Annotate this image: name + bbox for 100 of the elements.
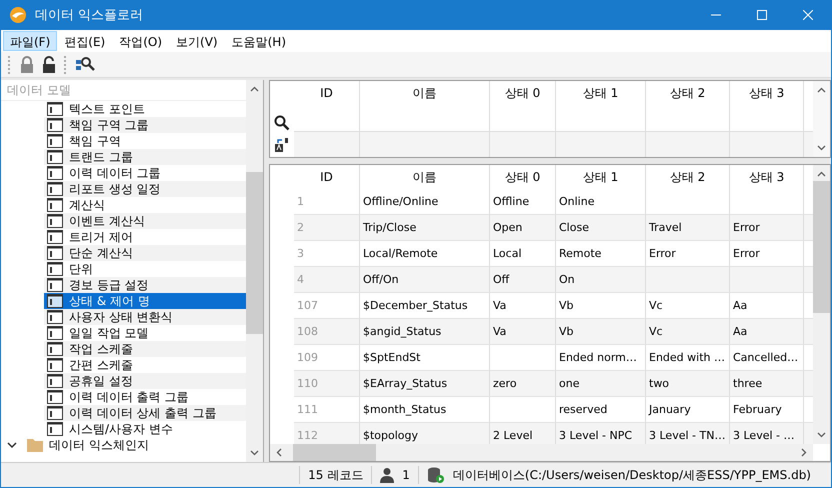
database-path: 데이터베이스(C:/Users/weisen/Desktop/세종ESS/YPP_EMS.db) — [452, 466, 811, 484]
scroll-up-icon[interactable] — [817, 87, 826, 93]
table-cell: Online — [556, 189, 646, 214]
tree-item[interactable]: 경보 등급 설정 — [44, 277, 246, 293]
tree-item[interactable]: 계산식 — [44, 197, 246, 213]
tree-item-label: 사용자 상태 변환식 — [69, 310, 173, 324]
tree-item-label: 리포트 생성 일정 — [69, 182, 161, 196]
chevron-down-icon[interactable] — [7, 441, 17, 449]
table-cell: one — [556, 371, 646, 396]
column-header[interactable]: 상태 0 — [490, 81, 556, 131]
table-cell: Error — [646, 241, 730, 266]
tree-item[interactable]: 작업 스케줄 — [44, 341, 246, 357]
menu-item[interactable]: 작업(O) — [112, 31, 170, 51]
menu-item[interactable]: 보기(V) — [169, 31, 225, 51]
column-header[interactable]: 이름 — [360, 165, 490, 189]
tree-item[interactable]: 사용자 상태 변환식 — [44, 309, 246, 325]
table-icon — [47, 374, 63, 388]
tree-item-label: 단위 — [69, 262, 93, 276]
table-cell: Va — [490, 293, 556, 318]
tree-item[interactable]: 간편 스케줄 — [44, 357, 246, 373]
tree-item-label: 이력 데이터 그룹 — [69, 166, 161, 180]
tree-item[interactable]: 상태 & 제어 명 — [44, 293, 246, 309]
table-cell: 108 — [294, 319, 360, 344]
table-cell: February — [730, 397, 804, 422]
table-cell: $December_Status — [360, 293, 490, 318]
sort-icon[interactable] — [274, 137, 290, 153]
maximize-icon[interactable] — [757, 10, 767, 20]
scroll-down-icon[interactable] — [817, 432, 826, 438]
tree-item-label: 단순 계산식 — [69, 246, 133, 260]
table-cell: Vb — [556, 319, 646, 344]
table-cell: Ended with … — [646, 345, 730, 370]
tree-item[interactable]: 리포트 생성 일정 — [44, 181, 246, 197]
tree-item[interactable]: 단위 — [44, 261, 246, 277]
scroll-down-icon[interactable] — [250, 450, 259, 456]
table-cell: January — [646, 397, 730, 422]
table-icon — [47, 358, 63, 372]
tree-item[interactable]: 단순 계산식 — [44, 245, 246, 261]
scrollbar[interactable] — [246, 80, 263, 462]
tree-item-label: 트랜드 그룹 — [69, 150, 133, 164]
tree-item[interactable]: 책임 구역 그룹 — [44, 117, 246, 133]
table-cell: Close — [556, 215, 646, 240]
column-header[interactable]: 상태 1 — [556, 165, 646, 189]
tree-item[interactable]: 이력 데이터 그룹 — [44, 165, 246, 181]
column-header[interactable]: 상태 3 — [730, 165, 804, 189]
horizontal-scrollbar[interactable] — [270, 444, 813, 461]
column-header[interactable]: 상태 0 — [490, 165, 556, 189]
column-header[interactable]: 상태 3 — [730, 81, 804, 131]
column-header[interactable]: 상태 2 — [646, 81, 730, 131]
scrollbar[interactable] — [813, 165, 830, 444]
scrollbar[interactable] — [813, 81, 830, 157]
column-header[interactable]: ID — [294, 165, 360, 189]
table-icon — [47, 326, 63, 340]
table-cell: Vc — [646, 319, 730, 344]
table-cell: Vb — [556, 293, 646, 318]
tree-item[interactable]: 트랜드 그룹 — [44, 149, 246, 165]
tree-item[interactable]: 공휴일 설정 — [44, 373, 246, 389]
tree-item[interactable]: 이벤트 계산식 — [44, 213, 246, 229]
table-cell: 4 — [294, 267, 360, 292]
table-icon — [47, 262, 63, 276]
tree-item[interactable]: 트리거 제어 — [44, 229, 246, 245]
tree-item-label: 이력 데이터 상세 출력 그룹 — [69, 406, 216, 420]
scroll-right-icon[interactable] — [801, 448, 807, 457]
tree-item-label: 트리거 제어 — [69, 230, 133, 244]
search-icon[interactable] — [274, 115, 290, 131]
tree-item[interactable]: 이력 데이터 상세 출력 그룹 — [44, 405, 246, 421]
scroll-left-icon[interactable] — [276, 448, 282, 457]
column-header[interactable]: 이름 — [360, 81, 490, 131]
tree-item-label: 일일 작업 모델 — [69, 326, 149, 340]
menu-item[interactable]: 파일(F) — [3, 31, 58, 51]
table-cell: Aa — [730, 319, 804, 344]
tree-item[interactable]: 시스템/사용자 변수 — [44, 421, 246, 437]
column-header[interactable]: ID — [294, 81, 360, 131]
tree-item[interactable]: 책임 구역 — [44, 133, 246, 149]
table-cell: Error — [730, 241, 804, 266]
table-cell: Offline — [490, 189, 556, 214]
table-cell: 3 — [294, 241, 360, 266]
menu-item[interactable]: 편집(E) — [57, 31, 112, 51]
table-icon — [47, 422, 63, 436]
column-header[interactable]: 상태 2 — [646, 165, 730, 189]
tree-item-label: 상태 & 제어 명 — [69, 294, 150, 308]
scroll-down-icon[interactable] — [817, 145, 826, 151]
tree-item-label: 이력 데이터 출력 그룹 — [69, 390, 188, 404]
tree-item[interactable]: 일일 작업 모델 — [44, 325, 246, 341]
scrollbar-thumb[interactable] — [293, 444, 376, 461]
minimize-icon[interactable] — [711, 14, 721, 16]
scroll-up-icon[interactable] — [250, 86, 259, 92]
panel-header: 데이터 모델 — [1, 80, 246, 101]
tree-item[interactable]: 이력 데이터 출력 그룹 — [44, 389, 246, 405]
tree-item[interactable]: 텍스트 포인트 — [44, 101, 246, 117]
table-icon — [47, 166, 63, 180]
tree-folder[interactable]: 데이터 익스체인지 — [1, 437, 246, 453]
table-cell: Va — [490, 319, 556, 344]
close-icon[interactable] — [803, 10, 813, 20]
menu-item[interactable]: 도움말(H) — [224, 31, 293, 51]
table-cell: 111 — [294, 397, 360, 422]
scroll-up-icon[interactable] — [817, 171, 826, 177]
column-header[interactable]: 상태 1 — [556, 81, 646, 131]
table-cell: Local — [490, 241, 556, 266]
tree-item-label: 책임 구역 — [69, 134, 121, 148]
tree-item-label: 작업 스케줄 — [69, 342, 133, 356]
